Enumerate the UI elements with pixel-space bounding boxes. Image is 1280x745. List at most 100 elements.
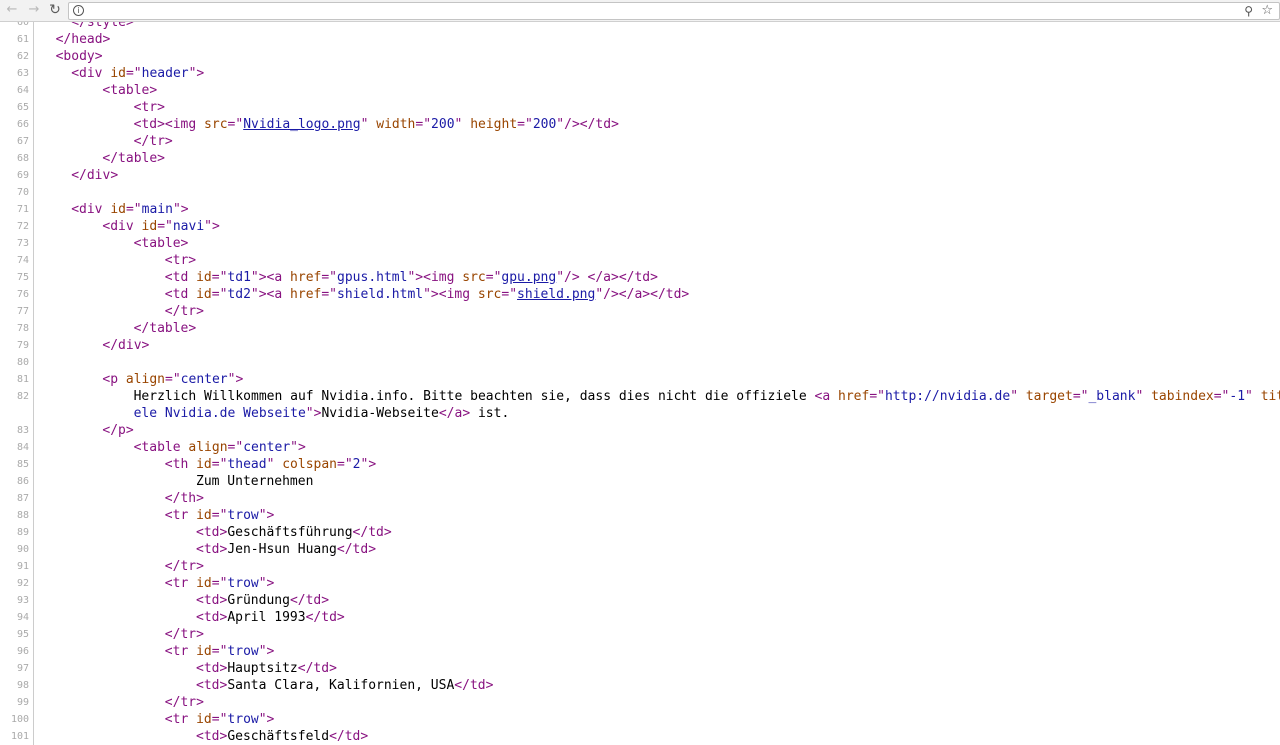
line-number: 61 <box>16 34 29 45</box>
tag-token: </tr> <box>164 304 204 319</box>
gutter-divider <box>33 252 34 269</box>
line-number: 98 <box>16 680 29 691</box>
line-code: Zum Unternehmen <box>40 473 1280 490</box>
browser-toolbar: ← → ↻ i ⚲ ☆ <box>0 0 1280 22</box>
gutter-divider <box>33 643 34 660</box>
line-number: 70 <box>16 187 29 198</box>
gutter-divider <box>33 235 34 252</box>
source-line: 62 <body> <box>0 48 1280 65</box>
gutter-divider <box>33 48 34 65</box>
attr-value: header <box>141 66 189 81</box>
tag-token: =" <box>1213 389 1230 404</box>
line-code <box>40 184 1270 201</box>
line-code: <td>Hauptsitz</td> <box>40 660 1280 677</box>
tag-token: =" <box>157 219 173 234</box>
source-line: 97 <td>Hauptsitz</td> <box>0 660 1280 677</box>
source-line: 82 Herzlich Willkommen auf Nvidia.info. B… <box>0 388 1280 422</box>
attr-name: id <box>196 270 212 285</box>
source-line: 91 </tr> <box>0 558 1280 575</box>
tag-token: " <box>454 117 471 132</box>
reload-icon[interactable]: ↻ <box>47 2 63 18</box>
line-number: 73 <box>16 238 29 249</box>
source-line: 60 </style> <box>0 22 1280 31</box>
line-number: 80 <box>16 357 29 368</box>
gutter-divider <box>33 422 34 439</box>
tag-token: =" <box>211 508 228 523</box>
tag-token: "> <box>305 406 322 421</box>
attr-name: id <box>196 508 212 523</box>
attr-link[interactable]: gpu.png <box>501 270 556 285</box>
line-number: 85 <box>16 459 29 470</box>
line-number: 74 <box>16 255 29 266</box>
line-code: <table align="center"> <box>40 439 1280 456</box>
text-token: Jen-Hsun Huang <box>227 542 337 557</box>
source-line: 79 </div> <box>0 337 1280 354</box>
tag-token: "> <box>188 66 205 81</box>
line-number: 89 <box>16 527 29 538</box>
attr-link[interactable]: Nvidia_logo.png <box>243 117 360 132</box>
line-number: 64 <box>16 85 29 96</box>
tag-token: </p> <box>102 423 134 438</box>
line-code: </style> <box>40 22 1280 31</box>
gutter-divider <box>33 337 34 354</box>
tag-token: =" <box>211 712 228 727</box>
line-number: 88 <box>16 510 29 521</box>
tag-token: "> <box>360 457 377 472</box>
address-bar[interactable]: i ⚲ ☆ <box>68 2 1280 20</box>
source-line: 74 <tr> <box>0 252 1280 269</box>
attr-name: src <box>477 287 502 302</box>
line-code: <p align="center"> <box>40 371 1280 388</box>
gutter-divider <box>33 660 34 677</box>
gutter-divider <box>33 133 34 150</box>
gutter-divider <box>33 99 34 116</box>
line-code <box>40 354 1270 371</box>
text-token: Gründung <box>227 593 290 608</box>
tag-token: "> <box>258 644 275 659</box>
tag-token: <td> <box>196 729 228 744</box>
attr-name: id <box>196 712 212 727</box>
attr-name: id <box>196 576 212 591</box>
line-code: <td>Geschäftsführung</td> <box>40 524 1280 541</box>
tag-token: </div> <box>71 168 119 183</box>
info-icon[interactable]: i <box>73 5 84 16</box>
line-number: 75 <box>16 272 29 283</box>
text-token: Nvidia-Webseite <box>321 406 439 421</box>
tag-token: </td> <box>305 610 345 625</box>
line-code: </table> <box>40 320 1280 337</box>
attr-value: http://nvidia.de <box>884 389 1011 404</box>
gutter-divider <box>33 473 34 490</box>
zoom-icon[interactable]: ⚲ <box>1244 4 1253 18</box>
tag-token: "> <box>172 202 189 217</box>
attr-value: center <box>180 372 228 387</box>
line-code: <div id="main"> <box>40 201 1280 218</box>
tag-token: <tr <box>164 576 197 591</box>
star-icon[interactable]: ☆ <box>1261 3 1273 18</box>
line-number: 69 <box>16 170 29 181</box>
source-line: 95 </tr> <box>0 626 1280 643</box>
tag-token: " <box>1245 389 1261 404</box>
forward-arrow-icon[interactable]: → <box>26 2 42 18</box>
line-code: <td><img src="Nvidia_logo.png" width="20… <box>40 116 1280 133</box>
tag-token: =" <box>485 270 502 285</box>
gutter-divider <box>33 184 34 201</box>
tag-token: </table> <box>102 151 166 166</box>
tag-token: <table> <box>133 236 189 251</box>
tag-token: =" <box>211 457 228 472</box>
attr-name: align <box>125 372 166 387</box>
back-arrow-icon[interactable]: ← <box>4 2 20 18</box>
attr-link[interactable]: shield.png <box>517 287 595 302</box>
tag-token: =" <box>869 389 885 404</box>
gutter-divider <box>33 31 34 48</box>
source-line: 89 <td>Geschäftsführung</td> <box>0 524 1280 541</box>
source-line: 64 <table> <box>0 82 1280 99</box>
line-code: <tr id="trow"> <box>40 643 1280 660</box>
source-line: 68 </table> <box>0 150 1280 167</box>
gutter-divider <box>33 524 34 541</box>
attr-value: trow <box>227 508 259 523</box>
tag-token: "> <box>227 372 244 387</box>
line-number: 81 <box>16 374 29 385</box>
source-line: 94 <td>April 1993</td> <box>0 609 1280 626</box>
tag-token: "> <box>258 576 275 591</box>
line-number: 77 <box>16 306 29 317</box>
tag-token: <td> <box>196 610 228 625</box>
